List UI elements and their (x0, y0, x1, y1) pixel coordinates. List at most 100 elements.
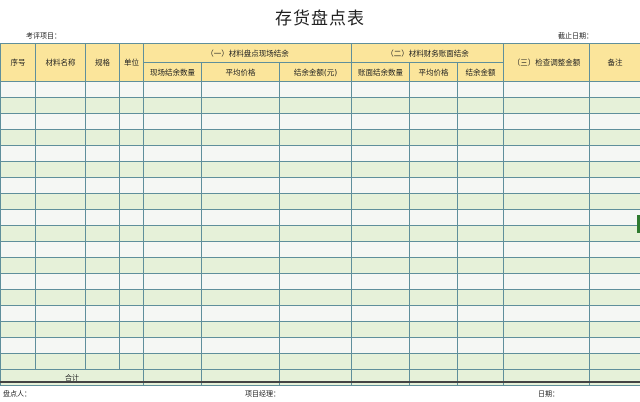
table-cell[interactable] (119, 97, 144, 114)
table-cell[interactable] (201, 273, 280, 290)
table-cell[interactable] (0, 81, 36, 98)
table-cell[interactable] (351, 321, 411, 338)
table-cell[interactable] (201, 81, 280, 98)
table-cell[interactable] (351, 337, 411, 354)
table-cell[interactable] (278, 97, 353, 114)
table-cell[interactable] (503, 81, 591, 98)
table-cell[interactable] (278, 337, 353, 354)
table-cell[interactable] (0, 305, 36, 322)
table-cell[interactable] (409, 289, 459, 306)
table-cell[interactable] (457, 273, 505, 290)
table-cell[interactable] (0, 289, 36, 306)
table-cell[interactable] (503, 321, 591, 338)
table-cell[interactable] (457, 97, 505, 114)
table-cell[interactable] (0, 273, 36, 290)
table-cell[interactable] (143, 353, 202, 370)
table-cell[interactable] (143, 321, 202, 338)
table-cell[interactable] (278, 193, 353, 210)
table-cell[interactable] (503, 209, 591, 226)
table-cell[interactable] (457, 353, 505, 370)
table-cell[interactable] (409, 129, 459, 146)
table-cell[interactable] (201, 225, 280, 242)
table-cell[interactable] (201, 145, 280, 162)
table-cell[interactable] (589, 193, 640, 210)
table-cell[interactable] (143, 289, 202, 306)
table-cell[interactable] (278, 305, 353, 322)
table-cell[interactable] (119, 129, 144, 146)
table-cell[interactable] (119, 81, 144, 98)
table-cell[interactable] (35, 81, 86, 98)
table-cell[interactable] (143, 177, 202, 194)
table-cell[interactable] (351, 81, 411, 98)
table-cell[interactable] (409, 321, 459, 338)
table-cell[interactable] (201, 353, 280, 370)
table-cell[interactable] (278, 257, 353, 274)
table-cell[interactable] (278, 161, 353, 178)
table-cell[interactable] (119, 273, 144, 290)
table-cell[interactable] (85, 289, 120, 306)
table-cell[interactable] (409, 177, 459, 194)
table-cell[interactable] (457, 225, 505, 242)
table-cell[interactable] (457, 193, 505, 210)
table-cell[interactable] (143, 257, 202, 274)
table-cell[interactable] (35, 305, 86, 322)
table-cell[interactable] (503, 353, 591, 370)
table-cell[interactable] (409, 97, 459, 114)
total-cell[interactable] (278, 369, 353, 386)
table-cell[interactable] (201, 97, 280, 114)
table-cell[interactable] (409, 273, 459, 290)
table-cell[interactable] (85, 161, 120, 178)
table-cell[interactable] (201, 305, 280, 322)
table-cell[interactable] (119, 321, 144, 338)
table-cell[interactable] (351, 113, 411, 130)
table-cell[interactable] (143, 273, 202, 290)
table-cell[interactable] (278, 241, 353, 258)
table-cell[interactable] (85, 273, 120, 290)
total-cell[interactable] (351, 369, 411, 386)
table-cell[interactable] (201, 161, 280, 178)
table-cell[interactable] (119, 177, 144, 194)
table-cell[interactable] (143, 209, 202, 226)
table-cell[interactable] (503, 305, 591, 322)
table-cell[interactable] (119, 353, 144, 370)
table-cell[interactable] (143, 225, 202, 242)
total-cell[interactable] (201, 369, 280, 386)
table-cell[interactable] (589, 161, 640, 178)
table-cell[interactable] (143, 161, 202, 178)
table-cell[interactable] (35, 145, 86, 162)
table-cell[interactable] (119, 161, 144, 178)
table-cell[interactable] (589, 305, 640, 322)
table-cell[interactable] (0, 337, 36, 354)
table-cell[interactable] (351, 289, 411, 306)
table-cell[interactable] (351, 177, 411, 194)
table-cell[interactable] (35, 257, 86, 274)
table-cell[interactable] (503, 177, 591, 194)
table-cell[interactable] (278, 353, 353, 370)
table-cell[interactable] (0, 321, 36, 338)
table-cell[interactable] (457, 113, 505, 130)
table-cell[interactable] (278, 81, 353, 98)
table-cell[interactable] (143, 241, 202, 258)
table-cell[interactable] (409, 209, 459, 226)
table-cell[interactable] (85, 97, 120, 114)
table-cell[interactable] (201, 241, 280, 258)
table-cell[interactable] (351, 129, 411, 146)
table-cell[interactable] (457, 321, 505, 338)
table-cell[interactable] (409, 225, 459, 242)
table-cell[interactable] (35, 289, 86, 306)
table-cell[interactable] (201, 177, 280, 194)
table-cell[interactable] (278, 209, 353, 226)
table-cell[interactable] (85, 241, 120, 258)
table-cell[interactable] (143, 305, 202, 322)
table-cell[interactable] (457, 161, 505, 178)
table-cell[interactable] (143, 337, 202, 354)
table-cell[interactable] (351, 305, 411, 322)
table-cell[interactable] (409, 145, 459, 162)
table-cell[interactable] (589, 225, 640, 242)
table-cell[interactable] (0, 161, 36, 178)
table-cell[interactable] (0, 97, 36, 114)
table-cell[interactable] (143, 129, 202, 146)
table-cell[interactable] (0, 113, 36, 130)
table-cell[interactable] (85, 193, 120, 210)
table-cell[interactable] (0, 209, 36, 226)
